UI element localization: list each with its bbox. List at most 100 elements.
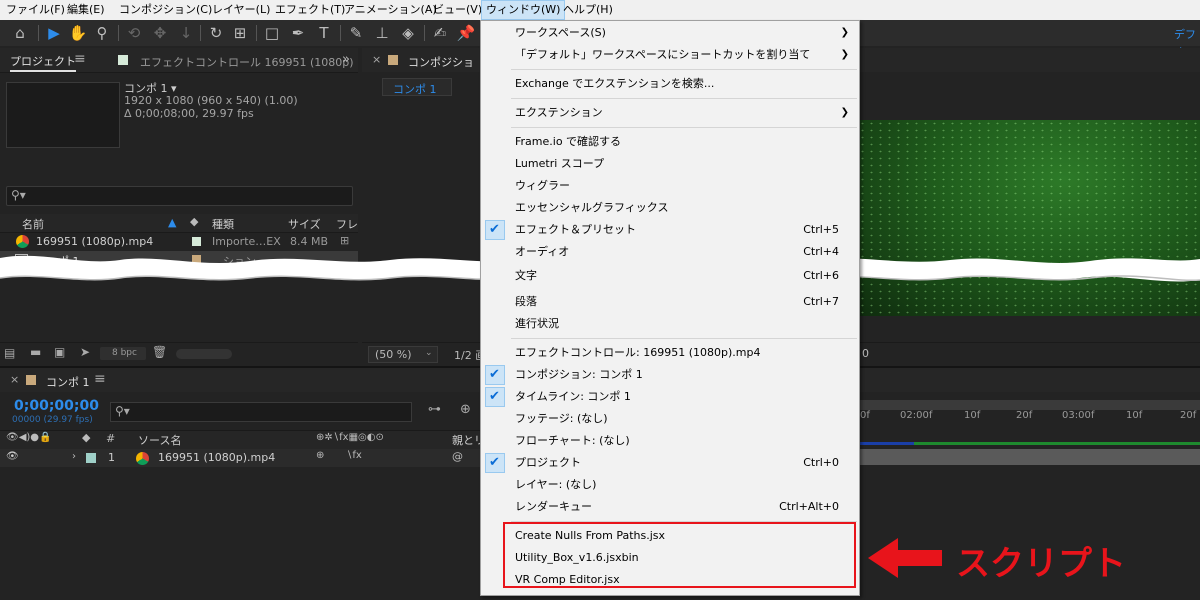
menu-item-render-queue[interactable]: レンダーキュー Ctrl+Alt+0 [481,496,859,518]
menu-item-exchange[interactable]: Exchange でエクステンションを検索... [481,73,859,95]
close-icon[interactable]: × [10,373,19,386]
menu-composition[interactable]: コンポジション(C) [119,0,212,20]
sort-ascending-icon[interactable]: ▲ [168,216,176,229]
label-tag-icon[interactable]: ◆ [190,215,198,228]
magnification-select[interactable]: (50 %) ⌄ [368,346,438,363]
new-folder-icon[interactable]: ▬ [30,345,41,359]
menu-bar: ファイル(F) 編集(E) コンポジション(C) レイヤー(L) エフェクト(T… [0,0,1200,21]
hand-tool-icon[interactable]: ✋ [68,23,88,43]
draft-3d-icon[interactable]: ⊕ [460,402,471,417]
work-area-bar[interactable] [858,400,1200,410]
menu-edit[interactable]: 編集(E) [67,0,105,20]
menu-help[interactable]: ヘルプ(H) [563,0,613,20]
pen-tool-icon[interactable]: ✒ [288,23,308,43]
menu-item-assign-shortcut[interactable]: 「デフォルト」ワークスペースにショートカットを割り当て ❯ [481,44,859,66]
panel-menu-icon[interactable]: ≡ [94,371,106,387]
menu-item-audio[interactable]: オーディオ Ctrl+4 [481,241,859,263]
render-icon[interactable]: ➤ [80,345,90,359]
layer-label-color[interactable] [86,453,96,463]
expand-chevron-icon[interactable]: › [72,451,76,462]
menu-item-essential-graphics[interactable]: エッセンシャルグラフィックス [481,197,859,219]
menu-item-composition[interactable]: ✔ コンポジション: コンポ 1 [481,364,859,386]
menu-layer[interactable]: レイヤー(L) [212,0,270,20]
brush-tool-icon[interactable]: ✎ [346,23,366,43]
panel-menu-icon[interactable]: ≡ [74,51,86,67]
menu-item-extensions[interactable]: エクステンション ❯ [481,102,859,124]
menu-item-character[interactable]: 文字 Ctrl+6 [481,269,859,285]
anchor-point-tool-icon[interactable]: ⊞ [230,23,250,43]
trash-icon[interactable]: 🗑 [152,345,167,359]
frame-rate-readout: 00000 (29.97 fps) [12,415,93,425]
menu-item-lumetri[interactable]: Lumetri スコープ [481,153,859,175]
project-tab[interactable]: プロジェクト [10,53,76,72]
close-icon[interactable]: × [372,53,381,66]
ruler-label: 20f [1016,410,1033,421]
menu-item-flowchart[interactable]: フローチャート: (なし) [481,430,859,452]
exposure-value[interactable]: 0 [862,347,869,360]
menu-animation[interactable]: アニメーション(A) [344,0,437,20]
menu-item-workspace[interactable]: ワークスペース(S) ❯ [481,22,859,44]
menu-file[interactable]: ファイル(F) [6,0,65,20]
panel-overflow-icon[interactable]: » [342,52,350,67]
menu-item-footage[interactable]: フッテージ: (なし) [481,408,859,430]
column-frame[interactable]: フレ [336,216,358,232]
check-icon: ✔ [489,222,500,237]
ruler-label: 03:00f [1062,410,1095,421]
rectangle-tool-icon[interactable]: □ [262,23,282,43]
eraser-tool-icon[interactable]: ◈ [398,23,418,43]
ruler-label: 20f [1180,410,1197,421]
effect-controls-tab[interactable]: エフェクトコントロール 169951 (1080p) [140,54,354,70]
layer-name[interactable]: 169951 (1080p).mp4 [158,451,275,464]
timeline-tab[interactable]: コンポ 1 [46,374,90,390]
pan-camera-icon[interactable]: ✥ [150,23,170,43]
visibility-icon[interactable]: 👁 [6,451,19,462]
column-size[interactable]: サイズ [288,216,321,232]
shy-switch-icon[interactable]: ⊕ [316,450,324,461]
table-row[interactable]: 👁 › 1 169951 (1080p).mp4 ⊕ ∖fx @ [0,449,480,467]
menu-item-effect-controls[interactable]: エフェクトコントロール: 169951 (1080p).mp4 [481,342,859,364]
menu-item-frameio[interactable]: Frame.io で確認する [481,131,859,153]
selected-item-duration: Δ 0;00;08;00, 29.97 fps [124,107,254,120]
rotate-tool-icon[interactable]: ↻ [206,23,226,43]
zoom-tool-icon[interactable]: ⚲ [92,23,112,43]
layer-duration-bar[interactable] [858,449,1200,465]
source-name-header[interactable]: ソース名 [138,432,181,448]
quality-switch-icon[interactable]: ∖fx [346,450,362,461]
puppet-pin-tool-icon[interactable]: 📌 [456,23,476,43]
dolly-camera-icon[interactable]: ↓ [176,23,196,43]
interpret-footage-icon[interactable]: ▤ [4,346,15,360]
thumbnail-slider[interactable] [176,349,232,359]
menu-item-project[interactable]: ✔ プロジェクト Ctrl+0 [481,452,859,474]
menu-item-effects-presets[interactable]: ✔ エフェクト＆プリセット Ctrl+5 [481,219,859,241]
check-icon: ✔ [489,367,500,382]
menu-effect[interactable]: エフェクト(T) [275,0,345,20]
column-name[interactable]: 名前 [22,216,44,232]
timeline-search-input[interactable]: ⚲▾ [110,402,412,422]
menu-window[interactable]: ウィンドウ(W) [481,0,566,20]
menu-view[interactable]: ビュー(V) [433,0,482,20]
composition-label-icon [26,375,36,385]
project-search-input[interactable]: ⚲▾ [6,186,353,206]
menu-item-timeline[interactable]: ✔ タイムライン: コンポ 1 [481,386,859,408]
orbit-camera-icon[interactable]: ⟲ [124,23,144,43]
menu-item-progress[interactable]: 進行状況 [481,313,859,335]
composition-tab[interactable]: コンポジショ [408,54,474,70]
chrome-icon [136,452,149,465]
selection-tool-icon[interactable]: ▶ [44,23,64,43]
parent-pickwhip-icon[interactable]: @ [452,450,463,463]
current-timecode[interactable]: 0;00;00;00 [14,398,99,414]
comp-sub-tab[interactable]: コンポ 1 [382,78,452,96]
column-type[interactable]: 種類 [212,216,234,232]
menu-item-wiggler[interactable]: ウィグラー [481,175,859,197]
roto-brush-tool-icon[interactable]: ✍ [430,23,450,43]
time-ruler[interactable]: 0f 02:00f 10f 20f 03:00f 10f 20f [858,410,1200,426]
bit-depth-button[interactable]: 8 bpc [100,347,146,360]
chevron-down-icon: ⌄ [425,348,433,358]
home-icon[interactable]: ⌂ [10,23,30,43]
menu-item-layer[interactable]: レイヤー: (なし) [481,474,859,496]
type-tool-icon[interactable]: T [314,23,334,43]
menu-item-paragraph[interactable]: 段落 Ctrl+7 [481,291,859,313]
comp-flowchart-icon[interactable]: ⊶ [428,402,441,417]
clone-stamp-tool-icon[interactable]: ⊥ [372,23,392,43]
new-composition-icon[interactable]: ▣ [54,345,65,359]
